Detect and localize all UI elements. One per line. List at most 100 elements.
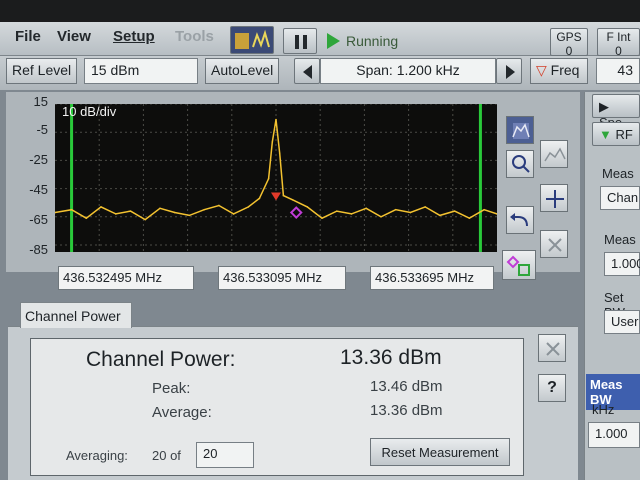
rf-toggle[interactable]: ▼ RF: [592, 122, 640, 146]
trace-point: [70, 208, 73, 211]
autolevel-button[interactable]: AutoLevel: [205, 58, 280, 84]
triangle-right-icon: ▶: [599, 99, 609, 114]
trace-point: [278, 152, 281, 155]
menu-file[interactable]: File: [15, 28, 41, 45]
close-icon: [548, 238, 562, 252]
trace-point: [306, 206, 309, 208]
run-state-label: Running: [346, 33, 399, 49]
trace-point: [159, 207, 161, 210]
reset-measurement-button[interactable]: Reset Measurement: [370, 438, 510, 466]
zoom-button[interactable]: [506, 150, 534, 178]
channel-power-label: Channel Power:: [86, 348, 236, 371]
graph-button[interactable]: [540, 140, 568, 168]
trace-point: [350, 213, 353, 215]
y-tick-label: -65: [29, 212, 48, 227]
trace-point: [247, 206, 250, 208]
user-select[interactable]: User: [604, 310, 640, 334]
trace-point: [275, 118, 277, 121]
close-measurement-button[interactable]: [538, 334, 566, 362]
undo-icon: [510, 213, 528, 227]
channel-power-value: 13.36 dBm: [340, 346, 442, 369]
menu-view[interactable]: View: [57, 28, 91, 45]
rf-label: RF: [615, 127, 633, 142]
trace-point: [439, 214, 441, 217]
graph-icon: [544, 147, 566, 162]
close-plot-button[interactable]: [540, 230, 568, 258]
close-icon: [546, 342, 560, 356]
freq-start-field[interactable]: 436.532495 MHz: [58, 266, 194, 290]
trace-point: [409, 211, 412, 214]
peak-value: 13.46 dBm: [370, 378, 443, 395]
spectrum-toggle[interactable]: ▶ Spe: [592, 94, 640, 130]
averaging-input[interactable]: 20: [196, 442, 254, 468]
fint-label: F Int: [606, 30, 631, 44]
marker-triangle: [271, 192, 281, 201]
ref-level-button[interactable]: Ref Level: [6, 58, 78, 84]
y-tick-label: -45: [29, 182, 48, 197]
zoom-icon: [512, 155, 530, 173]
gps-label: GPS: [556, 30, 582, 44]
gps-button[interactable]: GPS 0: [550, 28, 588, 58]
trace-point: [144, 218, 147, 221]
menu-tools[interactable]: Tools: [175, 28, 214, 45]
span-left-button[interactable]: [294, 58, 320, 84]
y-tick-label: 15: [33, 94, 48, 109]
freq-label: Freq: [550, 62, 580, 78]
freq-button[interactable]: ▽ Freq: [530, 58, 588, 84]
spectrum-plot[interactable]: [55, 104, 497, 252]
span-right-button[interactable]: [496, 58, 522, 84]
trace-point: [335, 210, 338, 212]
trace-point: [100, 206, 102, 208]
trace-point: [114, 213, 117, 215]
trace-point: [267, 177, 270, 180]
trace-point: [380, 215, 382, 218]
trace-button[interactable]: [506, 116, 534, 144]
freq-center-field[interactable]: 436.533095 MHz: [218, 266, 346, 290]
trace-point: [468, 217, 471, 219]
trace-point: [453, 210, 456, 212]
trace-point: [232, 213, 235, 215]
val1-field[interactable]: 1.000: [604, 252, 640, 276]
khz-label: kHz: [592, 402, 615, 417]
display-mode-button[interactable]: [230, 26, 274, 54]
freq-stop-field[interactable]: 436.533695 MHz: [370, 266, 494, 290]
trace-point: [321, 217, 323, 219]
trace-point: [365, 207, 368, 210]
y-tick-label: -25: [29, 152, 48, 167]
trace-point: [424, 206, 426, 208]
trace-point: [258, 197, 261, 200]
span-field[interactable]: Span: 1.200 kHz: [320, 58, 496, 84]
bezel-top: [0, 0, 640, 22]
trace-point: [483, 208, 485, 211]
y-tick-label: -5: [36, 122, 48, 137]
fint-button[interactable]: F Int 0: [597, 28, 640, 58]
pan-button[interactable]: [540, 184, 568, 212]
pause-button[interactable]: [283, 28, 317, 54]
average-label: Average:: [152, 404, 212, 421]
trace-point: [129, 210, 132, 212]
menu-setup[interactable]: Setup: [113, 28, 155, 45]
meas-label: Meas: [602, 166, 634, 181]
move-icon: [546, 190, 564, 208]
averaging-count: 20 of: [152, 448, 181, 463]
triangle-down-icon: ▼: [599, 127, 616, 142]
tab-channel-power[interactable]: Channel Power: [20, 302, 132, 328]
trace-point: [85, 217, 88, 219]
ref-level-input[interactable]: 15 dBm: [84, 58, 198, 84]
meas-select[interactable]: Chan: [600, 186, 640, 210]
freq-arrow-icon: ▽: [536, 62, 547, 78]
display-mode-icon: [235, 29, 270, 49]
undo-button[interactable]: [506, 206, 534, 234]
marker-button[interactable]: [502, 250, 536, 280]
trace-point: [291, 199, 294, 201]
play-icon: [327, 33, 340, 49]
averaging-label: Averaging:: [66, 448, 128, 463]
pause-icon: [295, 35, 307, 49]
freq-value-field[interactable]: 43: [596, 58, 640, 84]
trace-point: [282, 194, 285, 197]
bw-value-field[interactable]: 1.000: [588, 422, 640, 448]
help-button[interactable]: ?: [538, 374, 566, 402]
trace-point: [203, 208, 205, 211]
trace-point: [188, 214, 191, 217]
scale-label: 10 dB/div: [62, 104, 117, 119]
